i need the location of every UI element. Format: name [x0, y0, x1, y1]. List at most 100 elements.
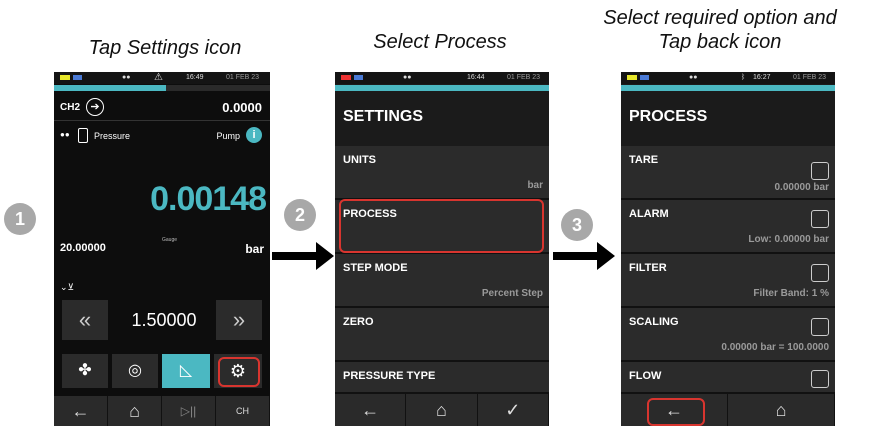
- sensor-icon: ●●: [60, 130, 70, 139]
- back-arrow-icon[interactable]: ←: [335, 394, 407, 426]
- signal-icon: [640, 75, 649, 80]
- highlight-process: [339, 199, 544, 253]
- home-icon[interactable]: ⌂: [406, 394, 478, 426]
- menu-item-value: Percent Step: [481, 288, 543, 299]
- mode-label: Pressure: [94, 131, 131, 141]
- home-icon[interactable]: ⌂: [728, 394, 835, 426]
- check-icon[interactable]: ✓: [478, 394, 549, 426]
- menu-item-pressure-type[interactable]: PRESSURE TYPE: [335, 362, 549, 394]
- bottom-nav: ← ⌂ ▷|| CH: [54, 396, 270, 426]
- highlight-back: [647, 398, 705, 426]
- battery-icon: [627, 75, 637, 80]
- header-bar: [335, 85, 549, 91]
- fan-icon[interactable]: ✤: [62, 354, 108, 388]
- status-bar: ●● 16:44 01 FEB 23: [335, 72, 549, 84]
- option-value: Low: 0.00000 bar: [748, 234, 829, 245]
- connection-icon: ●●: [403, 74, 412, 81]
- battery-icon: [60, 75, 70, 80]
- highlight-settings: [218, 357, 260, 387]
- option-label: FILTER: [629, 262, 667, 274]
- channel-value: 0.0000: [222, 100, 262, 115]
- signal-icon: [354, 75, 363, 80]
- arrow-right-icon: [272, 242, 334, 270]
- step-badge-1: 1: [4, 203, 36, 235]
- page-title: SETTINGS: [343, 108, 424, 125]
- status-bar: ●● ⚠ 16:49 01 FEB 23: [54, 72, 270, 84]
- caption-step3-line2: Tap back icon: [658, 31, 782, 53]
- option-label: TARE: [629, 154, 659, 166]
- connection-icon: ●●: [689, 74, 698, 81]
- pump-label: Pump: [216, 131, 240, 141]
- date: 01 FEB 23: [226, 74, 260, 81]
- caption-step2: Select Process: [373, 31, 507, 53]
- device-icon: [78, 128, 88, 143]
- menu-item-label: ZERO: [343, 316, 374, 328]
- checkbox-scaling[interactable]: [811, 318, 829, 336]
- checkbox-filter[interactable]: [811, 264, 829, 282]
- caption-step3-line1: Select required option and: [603, 7, 837, 29]
- function-bar: ✤ ◎ ◺ ⚙: [62, 354, 262, 388]
- bottom-nav: ← ⌂ ✓: [335, 394, 549, 426]
- menu-item-step-mode[interactable]: STEP MODE Percent Step: [335, 254, 549, 308]
- menu-item-label: STEP MODE: [343, 262, 408, 274]
- clock: 16:27: [753, 74, 771, 81]
- checkbox-alarm[interactable]: [811, 210, 829, 228]
- setpoint-row: « 1.50000 »: [62, 300, 262, 340]
- date: 01 FEB 23: [793, 74, 827, 81]
- unit-label: bar: [245, 242, 264, 256]
- connection-icon: ●●: [122, 74, 131, 81]
- increase-button[interactable]: »: [216, 300, 262, 340]
- bluetooth-icon: ᛒ: [741, 74, 746, 81]
- channel-label: CH2: [60, 102, 81, 113]
- channel-arrow-icon: ➔: [86, 98, 104, 116]
- option-flow[interactable]: FLOW: [621, 362, 835, 394]
- menu-item-value: bar: [527, 180, 543, 191]
- menu-item-label: UNITS: [343, 154, 376, 166]
- back-arrow-icon[interactable]: ←: [54, 396, 108, 426]
- channel-row[interactable]: CH2 ➔ 0.0000: [54, 94, 270, 121]
- pump-icon[interactable]: ◎: [112, 354, 158, 388]
- progress-bar: [54, 85, 166, 91]
- home-icon[interactable]: ⌂: [108, 396, 162, 426]
- header-bar: [621, 85, 835, 91]
- checkbox-tare[interactable]: [811, 162, 829, 180]
- device-screen-main: ●● ⚠ 16:49 01 FEB 23 CH2 ➔ 0.0000 ●● Pre…: [54, 72, 270, 426]
- gauge-icon[interactable]: ◺: [162, 354, 210, 388]
- device-screen-process: ●● ᛒ 16:27 01 FEB 23 PROCESS TARE 0.0000…: [621, 72, 835, 426]
- date: 01 FEB 23: [507, 74, 541, 81]
- main-reading: 0.00148: [150, 180, 267, 218]
- play-pause-icon[interactable]: ▷||: [162, 396, 216, 426]
- option-value: 0.00000 bar = 100.0000: [721, 342, 829, 353]
- option-label: FLOW: [629, 370, 662, 382]
- option-filter[interactable]: FILTER Filter Band: 1 %: [621, 254, 835, 308]
- option-label: SCALING: [629, 316, 679, 328]
- page-title: PROCESS: [629, 108, 708, 125]
- option-scaling[interactable]: SCALING 0.00000 bar = 100.0000: [621, 308, 835, 362]
- menu-item-label: PRESSURE TYPE: [343, 370, 436, 382]
- warning-icon: ⚠: [154, 72, 163, 83]
- clock: 16:44: [467, 74, 485, 81]
- signal-icon: [73, 75, 82, 80]
- range-value: 20.00000: [60, 242, 106, 254]
- setpoint-value[interactable]: 1.50000: [116, 310, 212, 331]
- info-icon[interactable]: i: [246, 127, 262, 143]
- arrow-right-icon: [553, 242, 615, 270]
- option-value: Filter Band: 1 %: [753, 288, 829, 299]
- option-tare[interactable]: TARE 0.00000 bar: [621, 146, 835, 200]
- option-label: ALARM: [629, 208, 669, 220]
- step-badge-2: 2: [284, 199, 316, 231]
- menu-item-units[interactable]: UNITS bar: [335, 146, 549, 200]
- setpoint-icon: ⌄⊻: [60, 282, 75, 292]
- option-alarm[interactable]: ALARM Low: 0.00000 bar: [621, 200, 835, 254]
- clock: 16:49: [186, 74, 204, 81]
- checkbox-flow[interactable]: [811, 370, 829, 388]
- mode-row[interactable]: ●● Pressure Pump i: [54, 124, 270, 148]
- channel-home-icon[interactable]: CH: [216, 396, 270, 426]
- menu-item-zero[interactable]: ZERO: [335, 308, 549, 362]
- decrease-button[interactable]: «: [62, 300, 108, 340]
- progress-track: [166, 85, 270, 91]
- caption-step1: Tap Settings icon: [88, 37, 242, 59]
- option-value: 0.00000 bar: [774, 182, 830, 193]
- range-type: Gauge: [162, 237, 178, 243]
- status-bar: ●● ᛒ 16:27 01 FEB 23: [621, 72, 835, 84]
